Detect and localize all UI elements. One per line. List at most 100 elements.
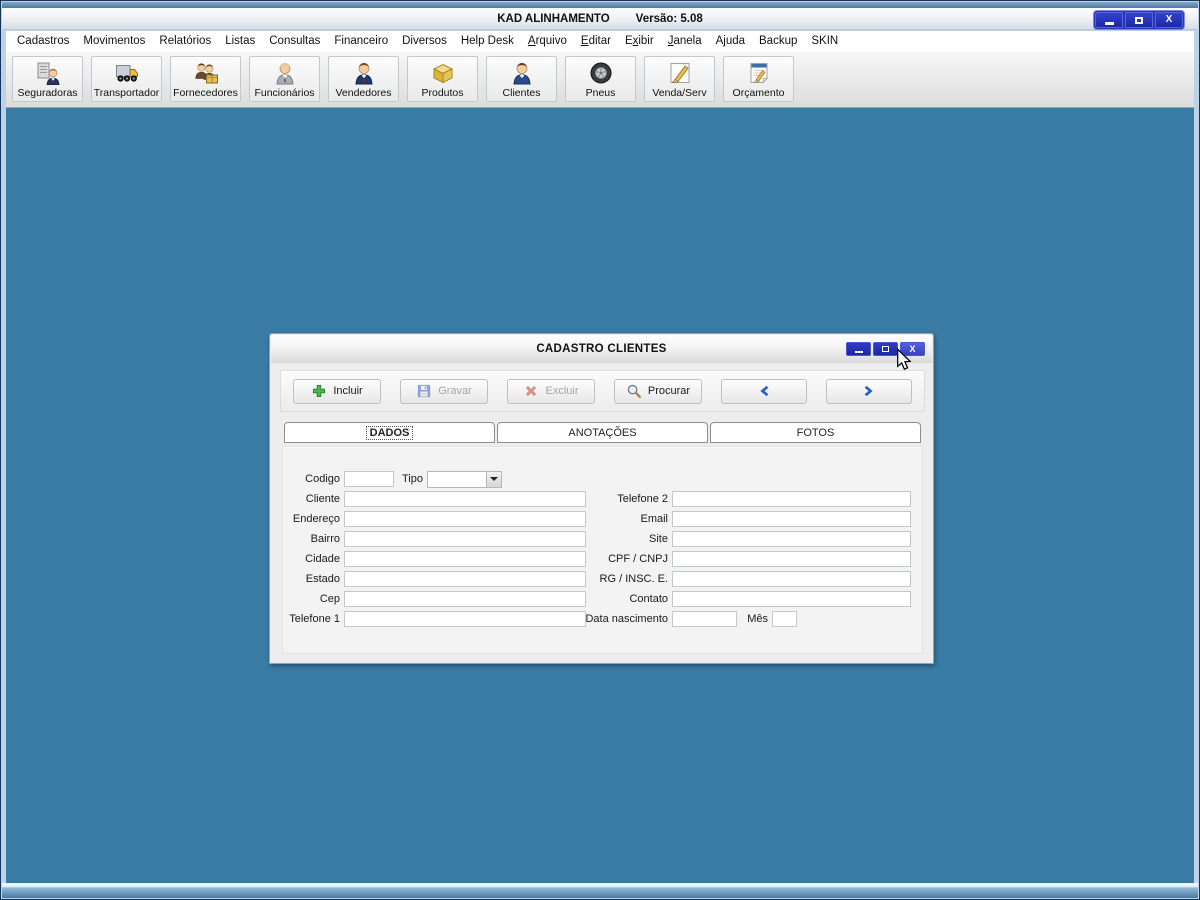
- truck-icon: [114, 60, 140, 86]
- toolbar-button-label: Venda/Serv: [652, 87, 707, 99]
- menu-item-financeiro[interactable]: Financeiro: [327, 31, 395, 52]
- form-row: Telefone 2: [583, 491, 913, 507]
- cep-input[interactable]: [344, 591, 586, 607]
- form-row: Data nascimento Mês: [583, 611, 913, 627]
- tipo-label: Tipo: [402, 473, 423, 485]
- toolbar-button-venda-serv[interactable]: Venda/Serv: [644, 56, 715, 102]
- menu-item-backup[interactable]: Backup: [752, 31, 804, 52]
- bairro-input[interactable]: [344, 531, 586, 547]
- estado-input[interactable]: [344, 571, 586, 587]
- tipo-select[interactable]: [427, 470, 502, 488]
- tab-fotos[interactable]: FOTOS: [710, 422, 921, 443]
- toolbar-button-seguradoras[interactable]: Seguradoras: [12, 56, 83, 102]
- salesman-icon: [351, 60, 377, 86]
- menu-item-exibir[interactable]: Exibir: [618, 31, 661, 52]
- window-controls: X: [1093, 10, 1185, 30]
- app-title: KAD ALINHAMENTO: [497, 12, 610, 25]
- toolbar-button-or-amento[interactable]: Orçamento: [723, 56, 794, 102]
- form-row: Cliente: [283, 491, 595, 507]
- toolbar-button-funcion-rios[interactable]: Funcionários: [249, 56, 320, 102]
- desktop-area: CADASTRO CLIENTES X Incluir Gravar Exclu…: [6, 108, 1194, 883]
- arrow-right-button[interactable]: [826, 378, 912, 404]
- form-row: Codigo Tipo: [283, 470, 595, 488]
- toolbar-button-label: Funcionários: [254, 87, 315, 99]
- gravar-button[interactable]: Gravar: [400, 378, 488, 404]
- site-label: Site: [649, 533, 668, 545]
- cliente-input[interactable]: [344, 491, 586, 507]
- toolbar-button-label: Pneus: [585, 87, 616, 99]
- toolbar-button-label: Clientes: [502, 87, 541, 99]
- close-button[interactable]: X: [1155, 12, 1183, 28]
- mes-input[interactable]: [772, 611, 797, 627]
- menu-item-ajuda[interactable]: Ajuda: [709, 31, 752, 52]
- menu-item-movimentos[interactable]: Movimentos: [76, 31, 152, 52]
- tab-anota-es[interactable]: ANOTAÇÕES: [497, 422, 708, 443]
- menu-item-diversos[interactable]: Diversos: [395, 31, 454, 52]
- toolbar-button-vendedores[interactable]: Vendedores: [328, 56, 399, 102]
- cpf-cnpj-input[interactable]: [672, 551, 911, 567]
- menu-item-listas[interactable]: Listas: [218, 31, 262, 52]
- toolbar-button-label: Produtos: [421, 87, 464, 99]
- form-right-column: Telefone 2 Email Site CPF / CNPJ RG / IN…: [583, 491, 913, 631]
- form-row: Contato: [583, 591, 913, 607]
- telefone-1-input[interactable]: [344, 611, 586, 627]
- toolbar-button-label: Fornecedores: [173, 87, 238, 99]
- search-icon: [626, 383, 642, 399]
- menu-item-editar[interactable]: Editar: [574, 31, 618, 52]
- dialog-titlebar: CADASTRO CLIENTES: [271, 335, 932, 363]
- tab-dados[interactable]: DADOS: [284, 422, 495, 443]
- procurar-button[interactable]: Procurar: [614, 378, 702, 404]
- form-row: Telefone 1: [283, 611, 595, 627]
- toolbar-button-produtos[interactable]: Produtos: [407, 56, 478, 102]
- menu-bar: Cadastros Movimentos Relatórios Listas Consu…: [6, 31, 1194, 52]
- excluir-button[interactable]: Excluir: [507, 378, 595, 404]
- menu-item-cadastros[interactable]: Cadastros: [10, 31, 76, 52]
- rg-insc-e-input[interactable]: [672, 571, 911, 587]
- codigo-input[interactable]: [344, 471, 394, 487]
- cliente-label: Cliente: [305, 493, 340, 505]
- arrow-left-button[interactable]: [721, 378, 807, 404]
- endere-o-input[interactable]: [344, 511, 586, 527]
- cidade-input[interactable]: [344, 551, 586, 567]
- toolbar-button-clientes[interactable]: Clientes: [486, 56, 557, 102]
- menu-item-arquivo[interactable]: Arquivo: [521, 31, 574, 52]
- action-button-label: Procurar: [647, 385, 691, 397]
- menu-item-relat-rios[interactable]: Relatórios: [152, 31, 218, 52]
- dialog-minimize-button[interactable]: [846, 342, 871, 356]
- form-left-column: Codigo Tipo Cliente Endereço Bairro Cida…: [283, 470, 595, 631]
- telefone-1-label: Telefone 1: [289, 613, 340, 625]
- mes-label: Mês: [747, 613, 768, 625]
- close-icon: X: [1165, 14, 1173, 25]
- menu-item-consultas[interactable]: Consultas: [262, 31, 327, 52]
- email-input[interactable]: [672, 511, 911, 527]
- toolbar-button-fornecedores[interactable]: Fornecedores: [170, 56, 241, 102]
- rg-insc-e-label: RG / INSC. E.: [599, 573, 668, 585]
- menu-item-help-desk[interactable]: Help Desk: [454, 31, 521, 52]
- suppliers-icon: [193, 60, 219, 86]
- toolbar-button-label: Transportador: [93, 87, 160, 99]
- form-row: Bairro: [283, 531, 595, 547]
- application-window: KAD ALINHAMENTO Versão: 5.08 X Cadastros…: [0, 0, 1200, 900]
- tab-label: FOTOS: [796, 426, 835, 439]
- action-button-label: Gravar: [438, 385, 472, 397]
- minimize-button[interactable]: [1095, 12, 1123, 28]
- toolbar-button-label: Vendedores: [335, 87, 392, 99]
- cep-label: Cep: [319, 593, 340, 605]
- delete-icon: [523, 383, 539, 399]
- toolbar-button-transportador[interactable]: Transportador: [91, 56, 162, 102]
- contato-input[interactable]: [672, 591, 911, 607]
- dados-tab-panel: Codigo Tipo Cliente Endereço Bairro Cida…: [282, 446, 923, 654]
- action-button-label: Excluir: [545, 385, 579, 397]
- telefone-2-input[interactable]: [672, 491, 911, 507]
- dialog-maximize-button[interactable]: [873, 342, 898, 356]
- tab-strip: DADOS ANOTAÇÕES FOTOS: [284, 422, 921, 443]
- chevron-down-icon: [490, 477, 498, 481]
- menu-item-skin[interactable]: SKIN: [804, 31, 845, 52]
- toolbar-button-pneus[interactable]: Pneus: [565, 56, 636, 102]
- maximize-button[interactable]: [1125, 12, 1153, 28]
- site-input[interactable]: [672, 531, 911, 547]
- incluir-button[interactable]: Incluir: [293, 378, 381, 404]
- dialog-action-panel: Incluir Gravar Excluir Procurar: [280, 370, 925, 412]
- data-nascimento-input[interactable]: [672, 611, 737, 627]
- menu-item-janela[interactable]: Janela: [661, 31, 709, 52]
